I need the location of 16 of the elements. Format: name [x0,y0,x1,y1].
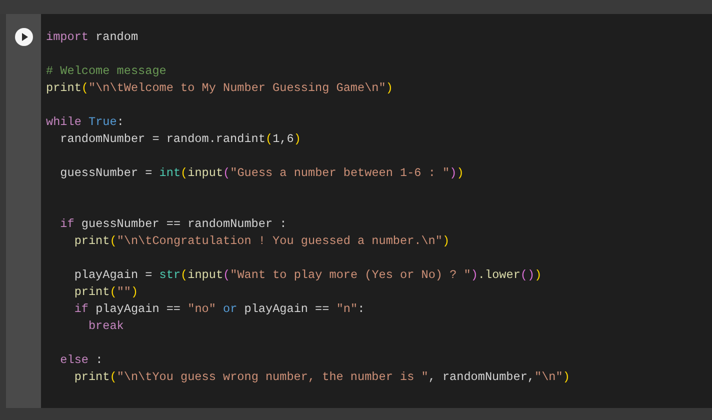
code-line: else : [59,352,104,369]
code-line: print("\n\tYou guess wrong number, the number is ", randomNumber,"\n") [73,369,570,386]
code-line: while True: [46,114,125,131]
code-line: break [87,318,125,335]
code-line: if guessNumber == randomNumber : [59,216,288,233]
code-line: # Welcome message [46,63,168,80]
run-button[interactable] [14,28,32,46]
code-line: print("\n\tCongratulation ! You guessed a number.\n") [73,233,451,250]
code-line: print("\n\tWelcome to My Number Guessing Game\n") [46,80,394,97]
code-line: guessNumber = int(input("Guess a number between 1-6 : ")) [59,165,465,182]
play-icon [14,28,32,46]
code-line: if playAgain == "no" or playAgain == "n": [73,301,366,318]
code-line: randomNumber = random.randint(1,6) [59,131,302,148]
code-line: print("") [73,284,140,301]
code-line: playAgain = str(input("Want to play more (Yes or No) ? ").lower()) [73,267,543,284]
code-line: import random [46,29,140,46]
